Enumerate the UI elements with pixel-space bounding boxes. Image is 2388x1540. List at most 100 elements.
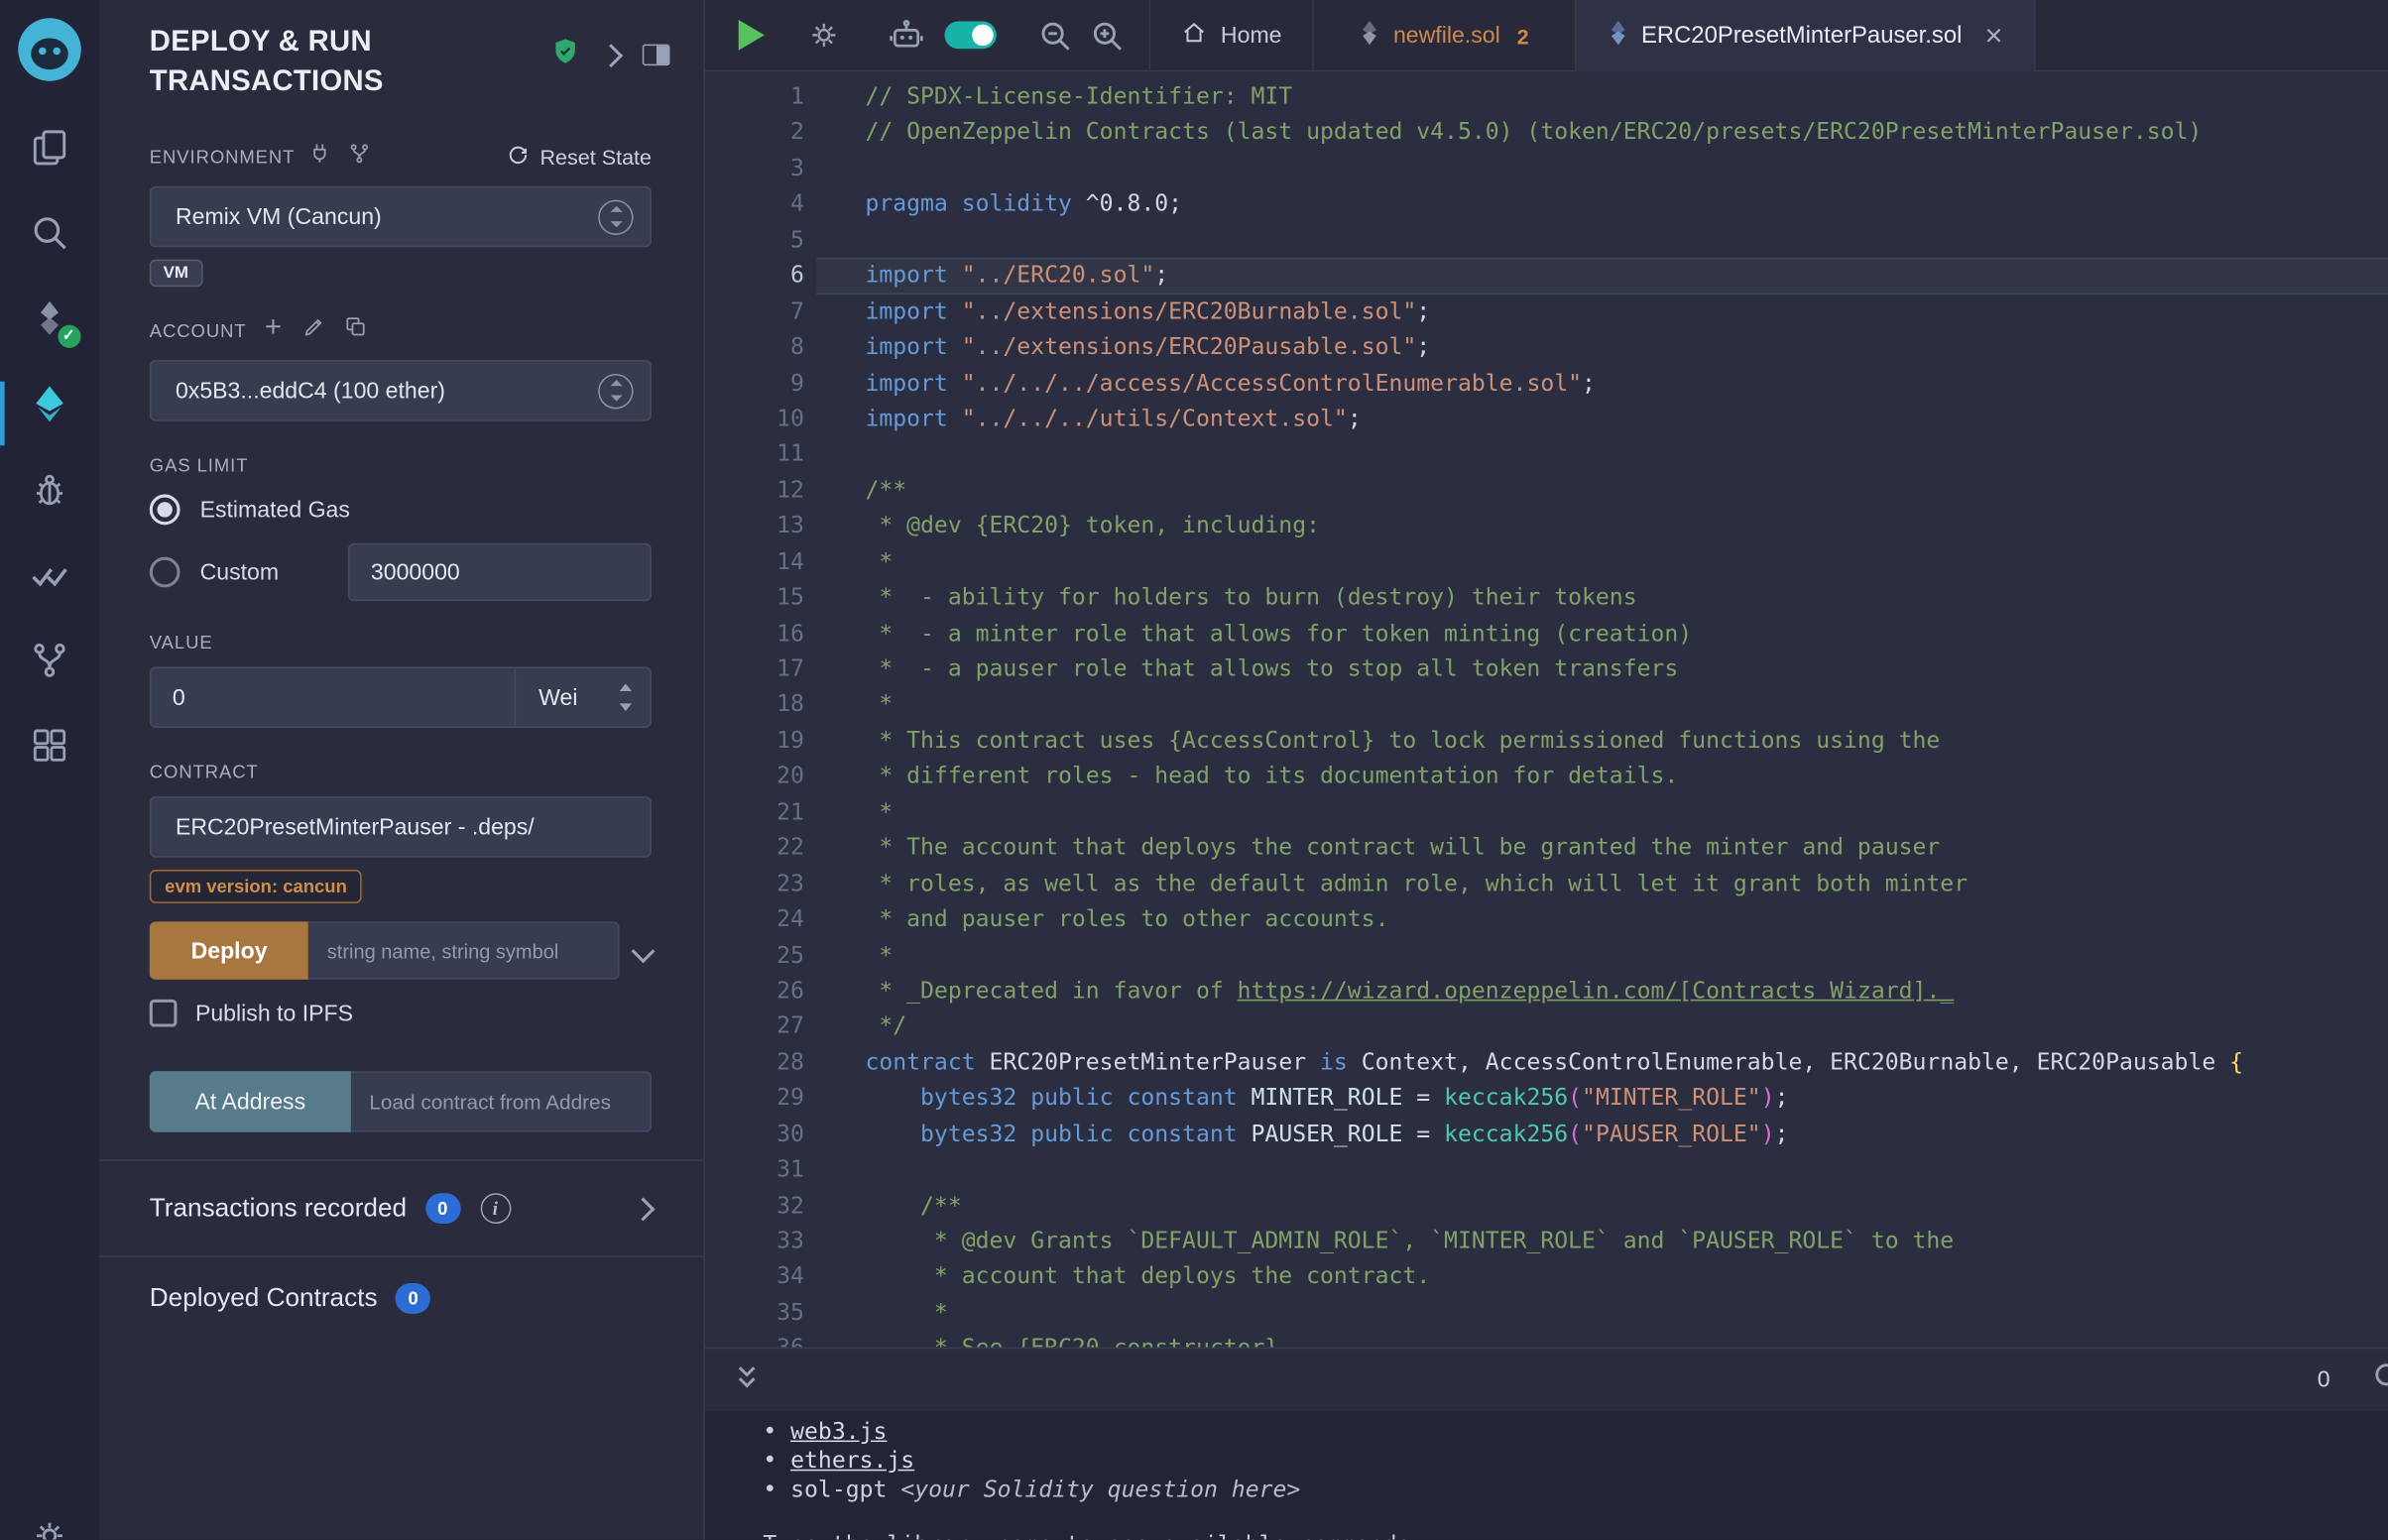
- code-line[interactable]: 22 * The account that deploys the contra…: [705, 830, 2388, 866]
- code-line[interactable]: 9import "../../../access/AccessControlEn…: [705, 366, 2388, 402]
- settings-icon[interactable]: [29, 1515, 70, 1540]
- contract-select[interactable]: ERC20PresetMinterPauser - .deps/: [150, 796, 652, 858]
- code-line[interactable]: 5: [705, 222, 2388, 258]
- custom-gas-input[interactable]: [348, 543, 652, 601]
- code-line[interactable]: 11: [705, 437, 2388, 473]
- tab-erc20presetminterpauser[interactable]: ERC20PresetMinterPauser.sol ×: [1575, 0, 2036, 71]
- code-line[interactable]: 4pragma solidity ^0.8.0;: [705, 186, 2388, 222]
- deploy-button[interactable]: Deploy: [150, 921, 309, 979]
- transactions-recorded-row[interactable]: Transactions recorded 0 i: [150, 1161, 652, 1255]
- constructor-args-input[interactable]: [308, 921, 619, 979]
- pin-panel-icon[interactable]: [643, 45, 670, 66]
- account-select[interactable]: 0x5B3...eddC4 (100 ether): [150, 360, 652, 421]
- solidity-file-icon: [1608, 19, 1627, 53]
- publish-ipfs-checkbox[interactable]: [150, 1000, 178, 1027]
- plugin-manager-icon[interactable]: [28, 725, 70, 768]
- compile-settings-icon[interactable]: [805, 17, 842, 54]
- code-line[interactable]: 7import "../extensions/ERC20Burnable.sol…: [705, 294, 2388, 329]
- code-line[interactable]: 33 * @dev Grants `DEFAULT_ADMIN_ROLE`, `…: [705, 1224, 2388, 1259]
- at-address-input[interactable]: [351, 1071, 652, 1132]
- terminal[interactable]: • web3.js• ethers.js• sol-gpt <your Soli…: [705, 1411, 2388, 1539]
- contract-label: CONTRACT: [150, 762, 259, 783]
- code-line[interactable]: 19 * This contract uses {AccessControl} …: [705, 723, 2388, 759]
- code-line[interactable]: 32 /**: [705, 1188, 2388, 1224]
- debugger-icon[interactable]: [28, 468, 70, 511]
- value-unit-select[interactable]: Wei: [515, 668, 651, 726]
- terminal-link-line[interactable]: • ethers.js: [763, 1447, 2388, 1476]
- code-line[interactable]: 24 * and pauser roles to other accounts.: [705, 901, 2388, 937]
- code-line[interactable]: 31: [705, 1152, 2388, 1188]
- terminal-search-icon[interactable]: [2370, 1358, 2388, 1403]
- ai-copilot-icon[interactable]: [887, 15, 926, 55]
- zoom-in-icon[interactable]: [1088, 16, 1126, 54]
- code-line[interactable]: 16 * - a minter role that allows for tok…: [705, 616, 2388, 652]
- unit-testing-icon[interactable]: [28, 554, 70, 597]
- git-icon[interactable]: [28, 640, 70, 682]
- environment-select[interactable]: Remix VM (Cancun): [150, 186, 652, 248]
- code-line[interactable]: 14 *: [705, 544, 2388, 580]
- fork-environment-icon[interactable]: [348, 142, 371, 173]
- estimated-gas-radio[interactable]: [150, 495, 180, 526]
- info-icon[interactable]: i: [480, 1193, 511, 1224]
- code-line[interactable]: 29 bytes32 public constant MINTER_ROLE =…: [705, 1081, 2388, 1117]
- copy-account-icon[interactable]: [343, 314, 368, 346]
- code-line[interactable]: 8import "../extensions/ERC20Pausable.sol…: [705, 329, 2388, 365]
- reset-state-button[interactable]: Reset State: [507, 144, 652, 172]
- account-label: ACCOUNT: [150, 319, 247, 341]
- code-line[interactable]: 30 bytes32 public constant PAUSER_ROLE =…: [705, 1117, 2388, 1152]
- code-editor[interactable]: 1// SPDX-License-Identifier: MIT2// Open…: [705, 71, 2388, 1347]
- expand-transactions-icon[interactable]: [632, 1197, 656, 1221]
- search-icon[interactable]: [28, 212, 70, 255]
- collapse-panel-icon[interactable]: [599, 43, 623, 66]
- code-line[interactable]: 35 *: [705, 1295, 2388, 1331]
- icon-sidebar: ✓: [0, 0, 99, 1540]
- value-input[interactable]: [151, 668, 514, 726]
- copilot-toggle[interactable]: [944, 22, 996, 50]
- add-account-icon[interactable]: [260, 314, 285, 346]
- panel-header: DEPLOY & RUN TRANSACTIONS: [99, 0, 703, 102]
- remix-logo-icon[interactable]: [15, 15, 83, 83]
- plug-icon[interactable]: [308, 142, 331, 173]
- code-line[interactable]: 3: [705, 151, 2388, 186]
- code-line[interactable]: 21 *: [705, 794, 2388, 830]
- tab-home[interactable]: Home: [1149, 0, 1313, 71]
- code-line[interactable]: 20 * different roles - head to its docum…: [705, 759, 2388, 794]
- terminal-footer: Type the library name to see available c…: [763, 1530, 2388, 1539]
- zoom-out-icon[interactable]: [1036, 16, 1074, 54]
- terminal-link-line[interactable]: • web3.js: [763, 1417, 2388, 1446]
- compile-success-badge: ✓: [58, 325, 80, 348]
- panel-title: DEPLOY & RUN TRANSACTIONS: [150, 23, 509, 102]
- code-line[interactable]: 27 */: [705, 1009, 2388, 1045]
- deployed-contracts-row: Deployed Contracts 0: [150, 1257, 652, 1314]
- vm-badge: VM: [150, 260, 202, 288]
- expand-terminal-icon[interactable]: [733, 1362, 762, 1398]
- close-tab-icon[interactable]: ×: [1984, 21, 2002, 52]
- run-script-icon[interactable]: [739, 20, 765, 51]
- code-line[interactable]: 25 *: [705, 938, 2388, 974]
- code-line[interactable]: 13 * @dev {ERC20} token, including:: [705, 509, 2388, 544]
- code-line[interactable]: 34 * account that deploys the contract.: [705, 1259, 2388, 1295]
- sign-message-icon[interactable]: [301, 314, 326, 346]
- custom-gas-radio[interactable]: [150, 557, 180, 588]
- tab-newfile[interactable]: newfile.sol 2: [1312, 0, 1575, 71]
- deploy-run-icon[interactable]: [28, 383, 70, 425]
- code-line[interactable]: 36 * See {ERC20-constructor}.: [705, 1331, 2388, 1347]
- at-address-button[interactable]: At Address: [150, 1071, 351, 1132]
- code-line[interactable]: 1// SPDX-License-Identifier: MIT: [705, 79, 2388, 115]
- code-line[interactable]: 15 * - ability for holders to burn (dest…: [705, 580, 2388, 616]
- unit-stepper-icon: [617, 682, 635, 713]
- code-line[interactable]: 10import "../../../utils/Context.sol";: [705, 402, 2388, 437]
- code-line[interactable]: 17 * - a pauser role that allows to stop…: [705, 652, 2388, 687]
- file-explorer-icon[interactable]: [28, 127, 70, 170]
- code-line[interactable]: 12/**: [705, 473, 2388, 509]
- select-stepper-icon: [598, 199, 633, 234]
- code-line[interactable]: 28contract ERC20PresetMinterPauser is Co…: [705, 1045, 2388, 1081]
- code-line[interactable]: 23 * roles, as well as the default admin…: [705, 866, 2388, 901]
- solidity-compiler-icon[interactable]: ✓: [28, 297, 70, 340]
- expand-deploy-options-icon[interactable]: [632, 939, 656, 963]
- shield-icon[interactable]: [550, 37, 579, 73]
- code-line[interactable]: 2// OpenZeppelin Contracts (last updated…: [705, 115, 2388, 151]
- code-line[interactable]: 6import "../ERC20.sol";: [705, 258, 2388, 294]
- code-line[interactable]: 26 * _Deprecated in favor of https://wiz…: [705, 974, 2388, 1009]
- code-line[interactable]: 18 *: [705, 687, 2388, 723]
